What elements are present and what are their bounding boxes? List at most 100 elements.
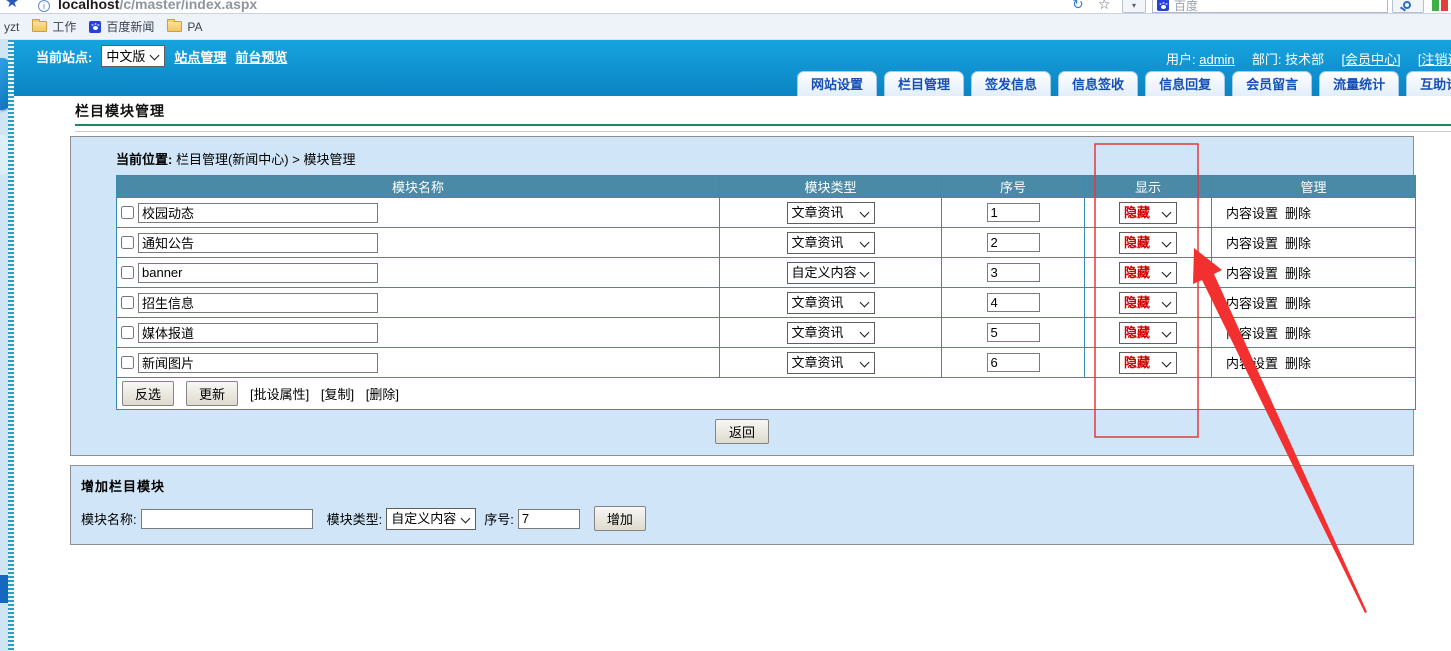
- module-type-select[interactable]: 文章资讯: [787, 292, 875, 314]
- order-input[interactable]: [987, 293, 1040, 312]
- tab-traffic-stats[interactable]: 流量统计: [1319, 71, 1399, 96]
- order-input[interactable]: [987, 353, 1040, 372]
- copy-link[interactable]: [复制]: [321, 387, 354, 402]
- add-name-input[interactable]: [141, 509, 313, 529]
- table-row: 文章资讯 隐藏 内容设置删除: [117, 318, 1416, 348]
- order-input[interactable]: [987, 233, 1040, 252]
- delete-batch-link[interactable]: [删除]: [366, 387, 399, 402]
- extension-icon[interactable]: [1432, 0, 1448, 11]
- baidu-search-box[interactable]: 百度: [1152, 0, 1388, 13]
- folder-icon: [167, 21, 182, 32]
- delete-link[interactable]: 删除: [1285, 236, 1311, 251]
- row-checkbox[interactable]: [121, 356, 134, 369]
- batch-attr-link[interactable]: [批设属性]: [250, 387, 309, 402]
- module-type-select[interactable]: 文章资讯: [787, 232, 875, 254]
- delete-link[interactable]: 删除: [1285, 266, 1311, 281]
- baidu-logo-icon: [1157, 0, 1169, 11]
- content-settings-link[interactable]: 内容设置: [1226, 236, 1278, 251]
- delete-link[interactable]: 删除: [1285, 356, 1311, 371]
- bookmark-star-icon[interactable]: ☆: [1098, 0, 1111, 13]
- add-button[interactable]: 增加: [594, 506, 646, 531]
- dept-value: 技术部: [1285, 52, 1324, 67]
- row-checkbox[interactable]: [121, 296, 134, 309]
- table-header-row: 模块名称 模块类型 序号 显示 管理: [117, 176, 1416, 198]
- refresh-icon[interactable]: ↻: [1072, 0, 1084, 13]
- site-info-icon[interactable]: i: [38, 0, 50, 12]
- bookmark-yzt[interactable]: yzt: [4, 20, 19, 34]
- content-settings-link[interactable]: 内容设置: [1226, 356, 1278, 371]
- member-center-link[interactable]: [会员中心]: [1341, 52, 1400, 67]
- module-type-select[interactable]: 文章资讯: [787, 352, 875, 374]
- tab-website-settings[interactable]: 网站设置: [797, 71, 877, 96]
- col-module-name: 模块名称: [117, 176, 720, 198]
- separator-line: [75, 131, 1451, 132]
- display-select[interactable]: 隐藏: [1119, 202, 1177, 224]
- breadcrumb-parent[interactable]: 栏目管理(新闻中心): [176, 152, 289, 167]
- content-settings-link[interactable]: 内容设置: [1226, 296, 1278, 311]
- row-checkbox[interactable]: [121, 206, 134, 219]
- content-settings-link[interactable]: 内容设置: [1226, 326, 1278, 341]
- site-manage-link[interactable]: 站点管理: [174, 47, 226, 66]
- tab-column-manage[interactable]: 栏目管理: [884, 71, 964, 96]
- front-preview-link[interactable]: 前台预览: [235, 47, 287, 66]
- row-checkbox[interactable]: [121, 236, 134, 249]
- module-name-input[interactable]: [138, 203, 378, 223]
- bookmark-baidu-news[interactable]: 百度新闻: [89, 18, 154, 35]
- display-select[interactable]: 隐藏: [1119, 352, 1177, 374]
- delete-link[interactable]: 删除: [1285, 326, 1311, 341]
- return-button[interactable]: 返回: [715, 419, 769, 444]
- row-checkbox[interactable]: [121, 326, 134, 339]
- add-type-select[interactable]: 自定义内容: [386, 508, 476, 530]
- module-name-input[interactable]: [138, 233, 378, 253]
- username-link[interactable]: admin: [1199, 52, 1234, 67]
- title-underline: [75, 124, 1451, 126]
- site-language-select[interactable]: 中文版: [101, 45, 165, 67]
- order-input[interactable]: [987, 203, 1040, 222]
- module-type-select[interactable]: 自定义内容: [787, 262, 875, 284]
- bookmarks-bar: yzt 工作 百度新闻 PA: [0, 14, 1451, 40]
- order-input[interactable]: [987, 263, 1040, 282]
- add-order-input[interactable]: [518, 509, 580, 529]
- module-name-input[interactable]: [138, 293, 378, 313]
- logout-link[interactable]: [注销退出]: [1418, 52, 1451, 67]
- update-button[interactable]: 更新: [186, 381, 238, 406]
- content-settings-link[interactable]: 内容设置: [1226, 266, 1278, 281]
- order-input[interactable]: [987, 323, 1040, 342]
- search-button[interactable]: [1392, 0, 1424, 13]
- magnifier-icon: [1403, 1, 1411, 9]
- module-type-select[interactable]: 文章资讯: [787, 322, 875, 344]
- display-select[interactable]: 隐藏: [1119, 232, 1177, 254]
- module-name-input[interactable]: [138, 263, 378, 283]
- url-text[interactable]: localhost/c/master/index.aspx: [58, 0, 257, 12]
- col-order: 序号: [942, 176, 1085, 198]
- left-collapsed-panel: [0, 40, 14, 651]
- tab-member-message[interactable]: 会员留言: [1232, 71, 1312, 96]
- url-path: /c/master/index.aspx: [119, 0, 257, 12]
- search-placeholder: 百度: [1174, 0, 1198, 14]
- content-settings-link[interactable]: 内容设置: [1226, 206, 1278, 221]
- bookmark-folder-pa[interactable]: PA: [167, 20, 202, 34]
- address-dropdown-button[interactable]: ▾: [1122, 0, 1146, 13]
- display-select[interactable]: 隐藏: [1119, 322, 1177, 344]
- invert-selection-button[interactable]: 反选: [122, 381, 174, 406]
- display-select[interactable]: 隐藏: [1119, 292, 1177, 314]
- browser-home-star-icon[interactable]: ★: [5, 0, 19, 12]
- module-type-select[interactable]: 文章资讯: [787, 202, 875, 224]
- site-select-wrap: 中文版: [101, 45, 165, 67]
- display-select[interactable]: 隐藏: [1119, 262, 1177, 284]
- module-name-input[interactable]: [138, 353, 378, 373]
- folder-icon: [32, 21, 47, 32]
- table-row: 文章资讯 隐藏 内容设置删除: [117, 198, 1416, 228]
- tab-receive-info[interactable]: 信息签收: [1058, 71, 1138, 96]
- col-module-type: 模块类型: [720, 176, 942, 198]
- module-table: 模块名称 模块类型 序号 显示 管理 文章资讯 隐藏 内容设置删除: [116, 175, 1416, 410]
- tab-issue-info[interactable]: 签发信息: [971, 71, 1051, 96]
- row-checkbox[interactable]: [121, 266, 134, 279]
- delete-link[interactable]: 删除: [1285, 296, 1311, 311]
- tab-help-forum[interactable]: 互助论坛: [1406, 71, 1451, 96]
- bookmark-folder-work[interactable]: 工作: [32, 18, 76, 35]
- tab-reply-info[interactable]: 信息回复: [1145, 71, 1225, 96]
- delete-link[interactable]: 删除: [1285, 206, 1311, 221]
- module-name-input[interactable]: [138, 323, 378, 343]
- dept-label: 部门:: [1252, 52, 1282, 67]
